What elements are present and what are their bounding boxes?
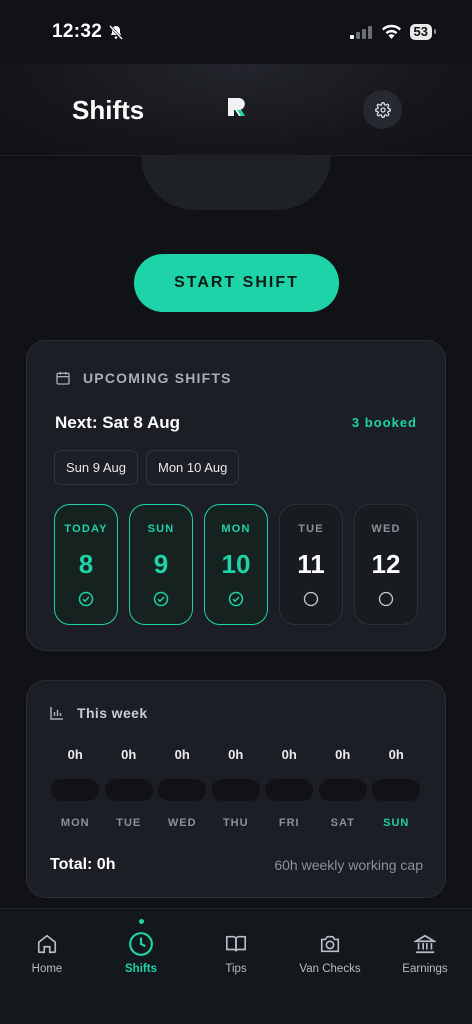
status-time: 12:32	[52, 21, 103, 42]
gear-icon	[374, 101, 391, 118]
day-label: TUE	[116, 817, 142, 829]
day-hours: 0h	[281, 747, 297, 762]
day-name: TUE	[298, 523, 324, 535]
day-label: MON	[60, 817, 90, 829]
week-day-column: 0h SAT	[318, 747, 368, 829]
day-label: FRI	[278, 817, 300, 829]
bottom-tab-bar: Home Shifts Tips Van Checks Earnings	[0, 908, 472, 1024]
decorative-arc	[141, 156, 331, 210]
day-number: 10	[221, 549, 251, 579]
hours-bar	[265, 779, 314, 801]
day-card-tue[interactable]: TUE 11	[279, 504, 343, 625]
tab-label: Earnings	[402, 963, 448, 975]
week-hours-chart: 0h MON 0h TUE 0h WED 0h THU 0h FRI 0h SA…	[51, 747, 421, 829]
day-card-mon[interactable]: MON 10	[204, 504, 268, 625]
this-week-card: This week 0h MON 0h TUE 0h WED 0h THU 0h…	[26, 680, 446, 898]
calendar-icon	[56, 372, 70, 385]
day-hours: 0h	[388, 747, 404, 762]
day-label: WED	[167, 817, 197, 829]
check-circle-icon	[78, 591, 94, 607]
week-day-column: 0h SUN	[372, 747, 421, 829]
active-tab-dot	[138, 919, 144, 924]
day-hours: 0h	[335, 747, 351, 762]
hours-bar	[318, 779, 367, 801]
day-number: 8	[78, 549, 94, 579]
day-card-wed[interactable]: WED 12	[354, 504, 418, 625]
settings-button[interactable]	[363, 90, 402, 129]
day-name: SUN	[147, 523, 175, 535]
week-day-column: 0h THU	[211, 747, 261, 829]
day-number: 11	[297, 549, 325, 579]
day-number: 9	[153, 549, 169, 579]
check-circle-icon	[228, 591, 244, 607]
signal-icon	[349, 26, 372, 39]
week-day-column: 0h FRI	[265, 747, 314, 829]
hours-bar	[104, 779, 153, 801]
battery-icon: 53	[409, 24, 437, 40]
day-card-today[interactable]: TODAY 8	[54, 504, 118, 625]
clock-icon	[129, 932, 153, 956]
start-shift-button[interactable]: START SHIFT	[134, 254, 339, 312]
upcoming-heading: UPCOMING SHIFTS	[83, 370, 232, 386]
app-logo	[228, 98, 245, 116]
tab-shifts[interactable]: Shifts	[96, 909, 186, 975]
day-label: SAT	[330, 817, 355, 829]
tab-label: Home	[31, 963, 63, 975]
day-selector: TODAY 8 SUN 9 MON 10 TUE 11 WED 12	[54, 504, 418, 625]
week-day-column: 0h MON	[51, 747, 100, 829]
empty-circle-icon	[378, 591, 394, 607]
bank-icon	[414, 934, 436, 954]
upcoming-shifts-card: UPCOMING SHIFTS Next: Sat 8 Aug 3 booked…	[26, 340, 446, 651]
upcoming-chip[interactable]: Sun 9 Aug	[54, 450, 138, 485]
day-hours: 0h	[228, 747, 244, 762]
day-label: THU	[222, 817, 249, 829]
hours-bar	[51, 779, 100, 801]
home-icon	[37, 934, 57, 954]
page-title: Shifts	[72, 95, 145, 125]
tab-label: Tips	[225, 963, 247, 975]
app-header: Shifts	[0, 64, 472, 156]
day-hours: 0h	[121, 747, 137, 762]
week-total: Total: 0h	[50, 856, 116, 873]
day-name: WED	[371, 523, 401, 535]
book-icon	[226, 935, 246, 952]
tab-home[interactable]: Home	[2, 909, 92, 975]
check-circle-icon	[153, 591, 169, 607]
tab-label: Van Checks	[299, 963, 361, 975]
day-number: 12	[371, 549, 401, 579]
tab-tips[interactable]: Tips	[191, 909, 281, 975]
bell-muted-icon	[109, 25, 123, 40]
week-day-column: 0h WED	[158, 747, 207, 829]
hours-bar	[372, 779, 421, 801]
camera-icon	[320, 935, 340, 953]
bar-chart-icon	[50, 707, 63, 720]
week-day-column: 0h TUE	[104, 747, 154, 829]
day-hours: 0h	[174, 747, 190, 762]
hours-bar	[211, 779, 260, 801]
day-card-sun[interactable]: SUN 9	[129, 504, 193, 625]
tab-van-checks[interactable]: Van Checks	[285, 909, 375, 975]
week-heading: This week	[77, 705, 148, 721]
next-shift-label: Next: Sat 8 Aug	[55, 413, 181, 432]
weekly-cap-note: 60h weekly working cap	[274, 857, 423, 873]
hours-bar	[158, 779, 207, 801]
tab-earnings[interactable]: Earnings	[380, 909, 470, 975]
upcoming-chips: Sun 9 Aug Mon 10 Aug	[54, 450, 240, 485]
day-label: SUN	[383, 817, 410, 829]
empty-circle-icon	[303, 591, 319, 607]
status-bar: 12:32 53	[0, 0, 472, 64]
booked-count: 3 booked	[351, 415, 417, 430]
day-name: TODAY	[64, 523, 108, 535]
day-hours: 0h	[67, 747, 83, 762]
day-name: MON	[221, 523, 251, 535]
tab-label: Shifts	[125, 963, 157, 975]
upcoming-chip[interactable]: Mon 10 Aug	[146, 450, 240, 485]
wifi-icon	[381, 24, 401, 39]
